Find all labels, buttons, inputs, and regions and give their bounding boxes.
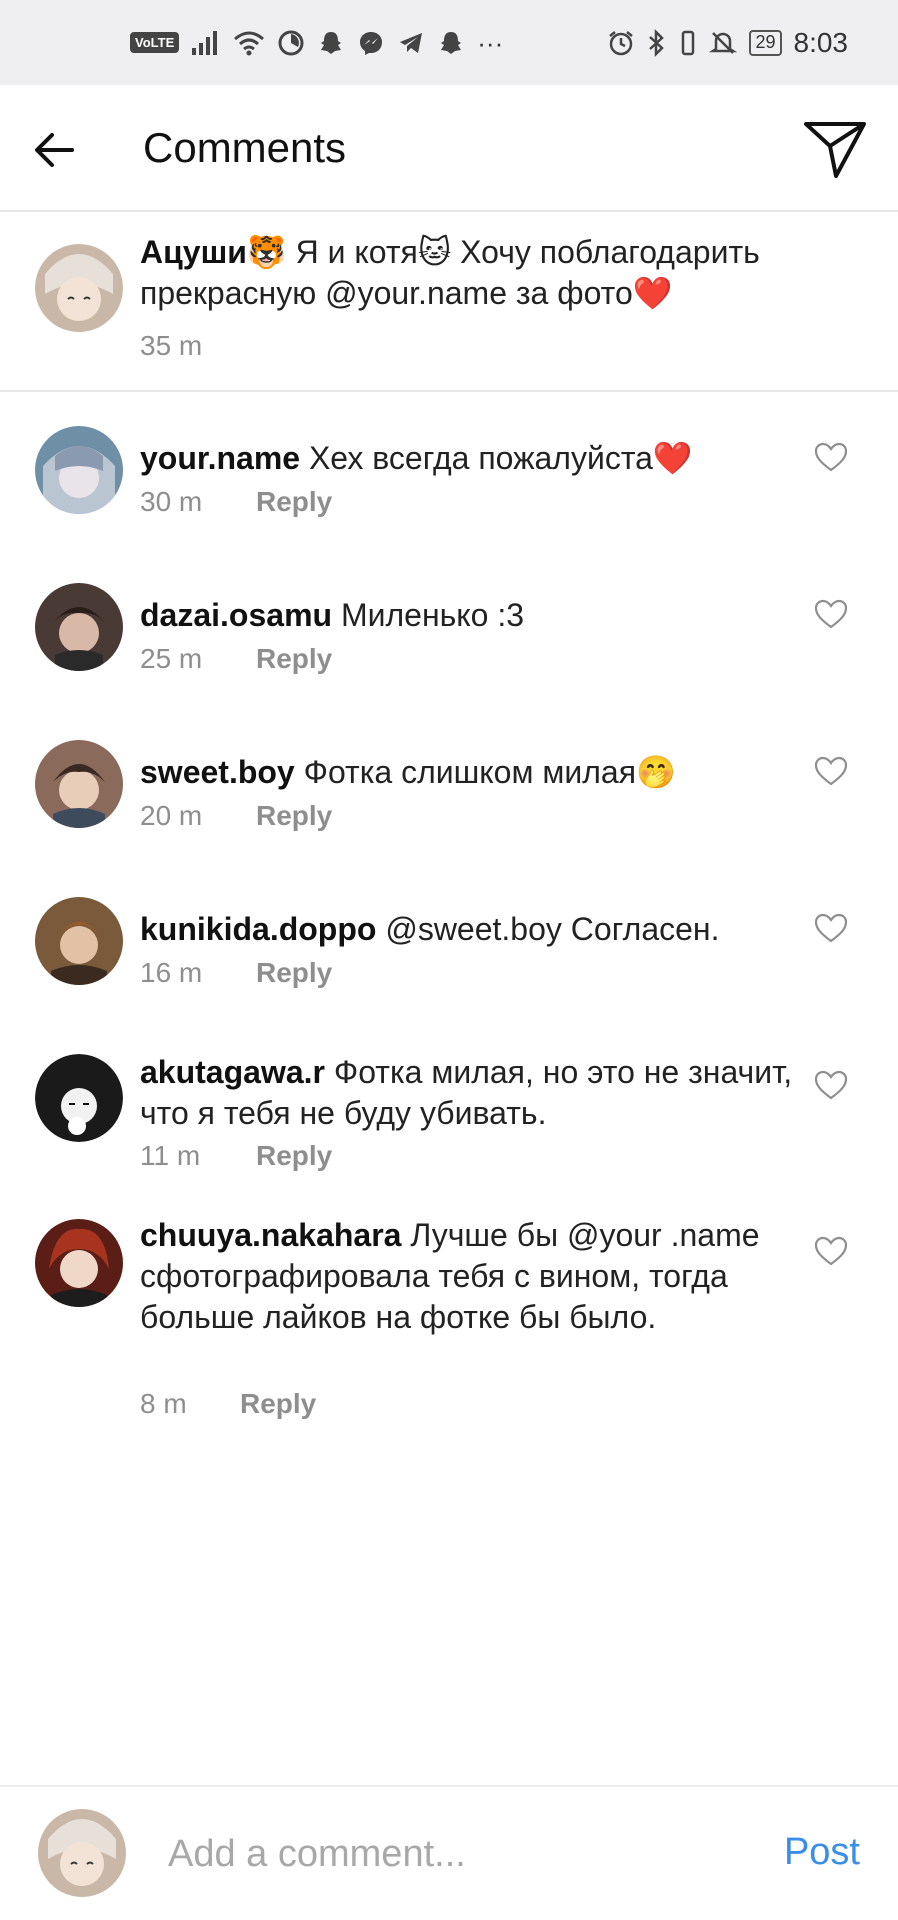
like-heart-icon[interactable] [814,442,848,472]
avatar[interactable] [35,897,123,985]
comment-time: 20 m [140,800,203,831]
avatar[interactable] [35,244,123,332]
caption-username[interactable]: Ацуши [140,234,247,270]
vibrate-icon [682,30,695,55]
like-heart-icon[interactable] [814,1070,848,1100]
avatar[interactable] [35,583,123,671]
status-bar: VoLTE ··· 29 8:03 [0,0,898,85]
messenger-icon [360,31,383,55]
comment-meta: 30 m Reply [140,486,332,518]
comment-meta: 8 m Reply [140,1388,316,1420]
like-heart-icon[interactable] [814,1236,848,1266]
caption-time: 35 m [140,330,203,361]
comment-input[interactable] [168,1829,728,1879]
comment-text: sweet.boy Фотка слишком милая🤭 [140,752,840,793]
reply-button[interactable]: Reply [256,1140,332,1172]
avatar[interactable] [35,1054,123,1142]
avatar[interactable] [38,1809,126,1897]
comment-composer: Post [0,1785,898,1920]
comment-meta: 11 m Reply [140,1140,332,1172]
alarm-icon [609,30,634,55]
more-notifications-icon: ··· [477,27,504,58]
comment-username[interactable]: chuuya.nakahara [140,1217,401,1253]
caption-text: Ацуши🐯 Я и котя🐱 Хочу поблагодарить прек… [140,232,840,314]
reply-button[interactable]: Reply [256,957,332,989]
status-bar-left: VoLTE ··· [130,29,503,57]
comment-body: Фотка слишком милая🤭 [303,754,676,790]
status-bar-right: 29 8:03 [607,27,848,59]
telegram-icon [400,32,423,53]
avatar[interactable] [35,740,123,828]
post-caption: Ацуши🐯 Я и котя🐱 Хочу поблагодарить прек… [0,212,898,392]
avatar[interactable] [35,426,123,514]
comment-username[interactable]: kunikida.doppo [140,911,376,947]
comment-username[interactable]: akutagawa.r [140,1054,325,1090]
comment-text: kunikida.doppo @sweet.boy Согласен. [140,909,840,950]
comment-text: chuuya.nakahara Лучше бы @your .name сфо… [140,1215,840,1338]
send-direct-icon[interactable] [802,118,868,180]
comment-username[interactable]: dazai.osamu [140,597,332,633]
comment-time: 30 m [140,486,203,517]
reply-button[interactable]: Reply [256,643,332,675]
reply-button[interactable]: Reply [256,486,332,518]
signal-icon [192,30,218,55]
comment-text: dazai.osamu Миленько :3 [140,595,840,636]
post-button[interactable]: Post [784,1831,860,1874]
comment-username[interactable]: sweet.boy [140,754,295,790]
comment-body: Хех всегда пожалуйста❤️ [308,440,693,476]
status-time: 8:03 [793,26,849,58]
timer-icon [278,30,304,55]
reply-button[interactable]: Reply [240,1388,316,1420]
avatar[interactable] [35,1219,123,1307]
wifi-icon [234,31,265,55]
comment-text: akutagawa.r Фотка милая, но это не значи… [140,1052,840,1134]
reply-button[interactable]: Reply [256,800,332,832]
back-arrow-icon[interactable] [30,125,80,175]
comment-meta: 20 m Reply [140,800,332,832]
comment-text: your.name Хех всегда пожалуйста❤️ [140,438,840,479]
snapchat-icon [441,31,462,54]
mute-icon [709,31,738,54]
snapchat-icon [321,31,342,54]
volte-icon: VoLTE [130,32,180,53]
comment-time: 8 m [140,1388,187,1419]
comment-time: 25 m [140,643,203,674]
bluetooth-icon [649,28,665,57]
comment-meta: 16 m Reply [140,957,332,989]
like-heart-icon[interactable] [814,599,848,629]
comment-username[interactable]: your.name [140,440,300,476]
comment-time: 11 m [140,1140,201,1171]
comment-body: @sweet.boy Согласен. [385,911,720,947]
battery-icon: 29 [749,29,782,56]
comment-time: 16 m [140,957,203,988]
like-heart-icon[interactable] [814,756,848,786]
like-heart-icon[interactable] [814,913,848,943]
comment-meta: 25 m Reply [140,643,332,675]
comment-body: Миленько :3 [340,597,525,633]
header: Comments [0,85,898,212]
page-title: Comments [143,123,347,171]
